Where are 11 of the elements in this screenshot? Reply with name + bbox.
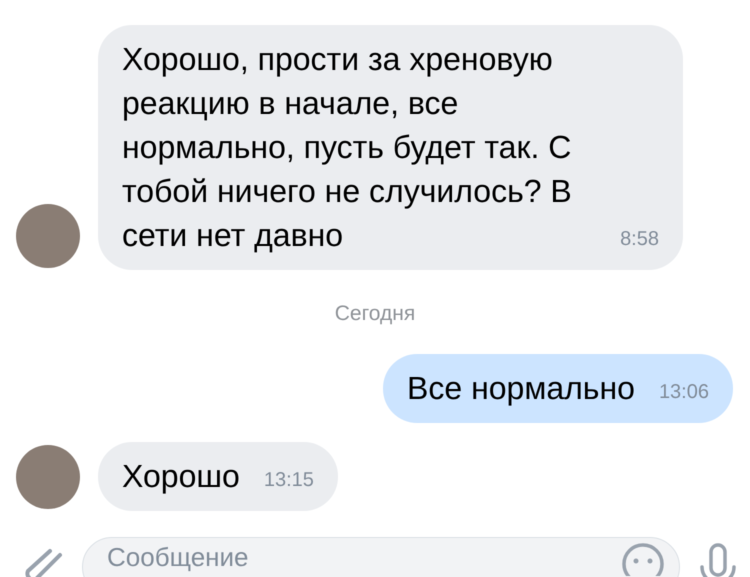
message-time: 8:58 bbox=[620, 229, 659, 249]
message-time: 13:15 bbox=[264, 470, 314, 490]
message-field[interactable]: Сообщение bbox=[82, 537, 680, 577]
microphone-icon[interactable] bbox=[698, 543, 738, 577]
message-text: Хорошо bbox=[122, 457, 240, 496]
smiley-icon[interactable] bbox=[621, 542, 665, 576]
message-text: Хорошо, прости за хреновую реакцию в начале, все нормально, пусть будет так. С тобой ничего не случилось? В сети нет давно bbox=[122, 40, 573, 255]
date-separator: Сегодня bbox=[334, 302, 416, 326]
message-time: 13:06 bbox=[658, 382, 709, 402]
message-input-field[interactable]: Сообщение bbox=[107, 538, 621, 576]
message-text: Все нормально bbox=[407, 369, 635, 408]
